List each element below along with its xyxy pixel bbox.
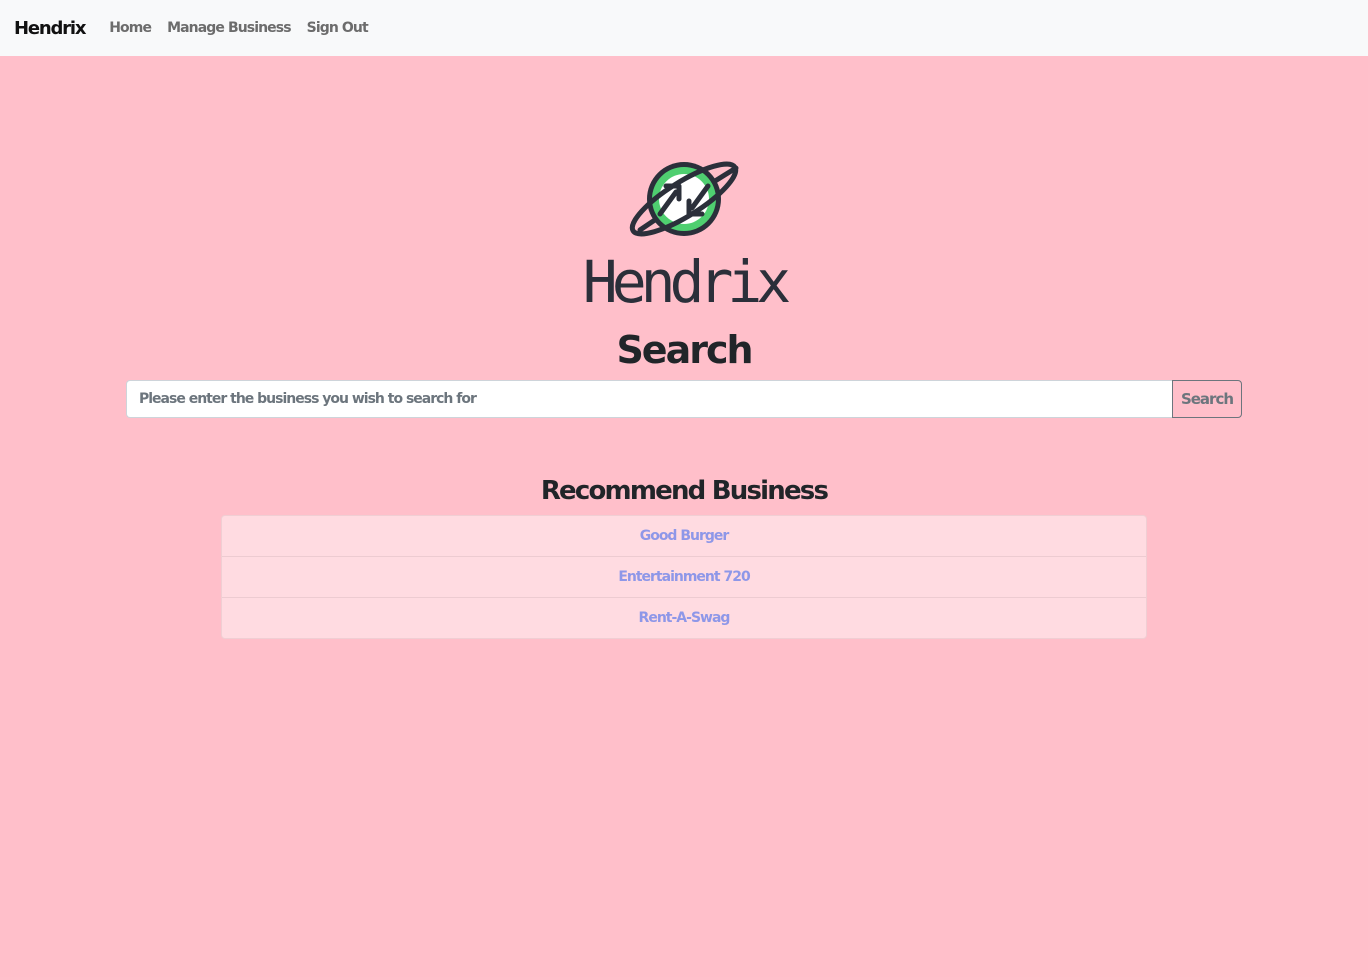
top-navbar: Hendrix Home Manage Business Sign Out xyxy=(0,0,1368,56)
search-button[interactable]: Search xyxy=(1172,380,1242,418)
page-title: Search xyxy=(616,328,753,372)
search-form: Search xyxy=(126,380,1242,418)
business-link-good-burger[interactable]: Good Burger xyxy=(222,516,1146,557)
hendrix-logo xyxy=(624,156,744,242)
navbar-brand[interactable]: Hendrix xyxy=(14,18,86,39)
business-link-rent-a-swag[interactable]: Rent-A-Swag xyxy=(222,598,1146,638)
recommend-business-heading: Recommend Business xyxy=(540,476,829,506)
nav-link-home[interactable]: Home xyxy=(109,20,152,36)
search-input[interactable] xyxy=(126,380,1172,418)
nav-link-sign-out[interactable]: Sign Out xyxy=(307,20,369,36)
logo-wordmark: Hendrix xyxy=(582,248,791,316)
recommend-business-list: Good Burger Entertainment 720 Rent-A-Swa… xyxy=(221,515,1147,639)
business-link-entertainment-720[interactable]: Entertainment 720 xyxy=(222,557,1146,598)
nav-link-manage-business[interactable]: Manage Business xyxy=(167,20,291,36)
planet-arrows-icon xyxy=(629,161,739,237)
